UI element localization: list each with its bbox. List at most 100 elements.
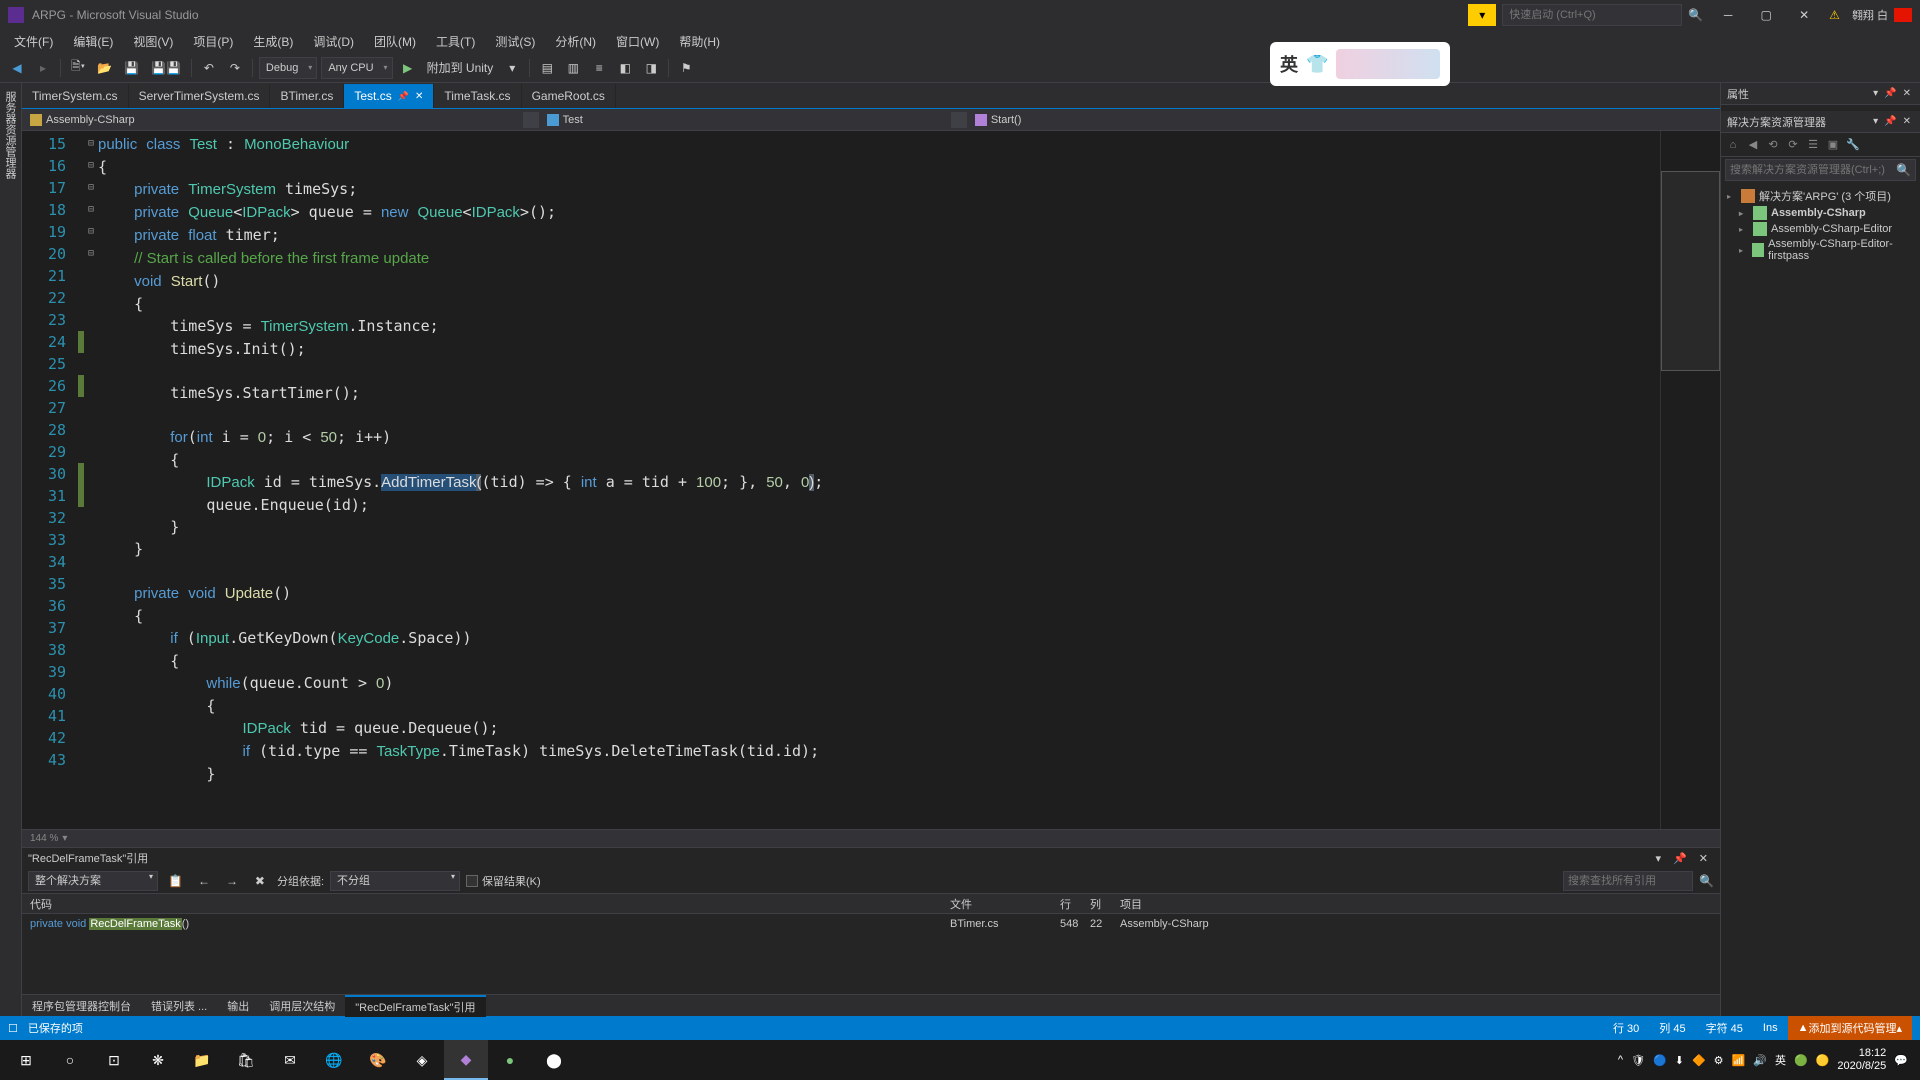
sol-collapse-icon[interactable]: ▣ bbox=[1825, 137, 1841, 153]
quick-launch-input[interactable] bbox=[1502, 4, 1682, 26]
taskview-icon[interactable]: ⊡ bbox=[92, 1040, 136, 1080]
restore-button[interactable]: ▢ bbox=[1747, 0, 1785, 29]
tray-icon-2[interactable]: 🔵 bbox=[1653, 1054, 1667, 1067]
tray-icon-6[interactable]: 📶 bbox=[1732, 1054, 1746, 1067]
sol-dropdown-icon[interactable]: ▾ bbox=[1870, 116, 1881, 127]
project-editor-firstpass[interactable]: ▸Assembly-CSharp-Editor-firstpass bbox=[1721, 237, 1920, 263]
btab-findrefs[interactable]: "RecDelFrameTask"引用 bbox=[345, 995, 485, 1017]
search-icon[interactable]: 🔍 bbox=[1688, 8, 1703, 22]
code-area[interactable]: public class Test : MonoBehaviour { priv… bbox=[98, 131, 1660, 829]
new-item-button[interactable]: 🗎▾ bbox=[67, 57, 89, 79]
platform-dropdown[interactable]: Any CPU bbox=[321, 57, 392, 79]
bc-project[interactable]: Assembly-CSharp bbox=[22, 114, 143, 126]
close-tab-icon[interactable]: ✕ bbox=[415, 91, 423, 102]
sol-sync-icon[interactable]: ⟲ bbox=[1765, 137, 1781, 153]
solution-root[interactable]: ▸解决方案'ARPG' (3 个项目) bbox=[1721, 187, 1920, 205]
find-search-input[interactable] bbox=[1563, 871, 1693, 891]
tray-icon-7[interactable]: 🟢 bbox=[1794, 1054, 1808, 1067]
tab-btimer[interactable]: BTimer.cs bbox=[270, 84, 344, 108]
tab-timetask[interactable]: TimeTask.cs bbox=[434, 84, 521, 108]
menu-tool[interactable]: 工具(T) bbox=[428, 31, 483, 52]
find-copy-icon[interactable]: 📋 bbox=[164, 870, 187, 892]
task-mail[interactable]: ✉ bbox=[268, 1040, 312, 1080]
save-all-button[interactable]: 💾💾 bbox=[147, 57, 185, 79]
config-dropdown[interactable]: Debug bbox=[259, 57, 317, 79]
toolbar-btn-1[interactable]: ▤ bbox=[536, 57, 558, 79]
menu-project[interactable]: 项目(P) bbox=[185, 31, 241, 52]
task-explorer[interactable]: 📁 bbox=[180, 1040, 224, 1080]
status-git[interactable]: ▲ 添加到源代码管理 ▴ bbox=[1788, 1016, 1912, 1040]
user-label[interactable]: 翱翔 白 bbox=[1852, 7, 1888, 23]
menu-test[interactable]: 测试(S) bbox=[487, 31, 543, 52]
task-vs[interactable]: ◆ bbox=[444, 1040, 488, 1080]
btab-output[interactable]: 输出 bbox=[217, 996, 259, 1016]
panel-dropdown-icon[interactable]: ▾ bbox=[1650, 852, 1668, 865]
col-file[interactable]: 文件 bbox=[942, 896, 1052, 912]
menu-build[interactable]: 生成(B) bbox=[245, 31, 301, 52]
tab-servertimersystem[interactable]: ServerTimerSystem.cs bbox=[129, 84, 271, 108]
btab-package[interactable]: 程序包管理器控制台 bbox=[22, 996, 141, 1016]
warning-icon[interactable]: ⚠ bbox=[1829, 8, 1840, 22]
tray-icon-3[interactable]: ⬇ bbox=[1675, 1054, 1684, 1067]
bc-method[interactable]: Start() bbox=[967, 114, 1030, 126]
tray-ime-icon[interactable]: 英 bbox=[1775, 1052, 1786, 1068]
panel-pin-icon[interactable]: 📌 bbox=[1667, 852, 1693, 865]
menu-view[interactable]: 视图(V) bbox=[125, 31, 181, 52]
sol-pin-icon[interactable]: 📌 bbox=[1881, 116, 1899, 127]
menu-debug[interactable]: 调试(D) bbox=[305, 31, 362, 52]
project-editor[interactable]: ▸Assembly-CSharp-Editor bbox=[1721, 221, 1920, 237]
solution-search-input[interactable] bbox=[1726, 164, 1892, 176]
menu-file[interactable]: 文件(F) bbox=[6, 31, 61, 52]
sol-home-icon[interactable]: ⌂ bbox=[1725, 137, 1741, 153]
find-scope-dropdown[interactable]: 整个解决方案 bbox=[28, 871, 158, 891]
sol-back-icon[interactable]: ◀ bbox=[1745, 137, 1761, 153]
col-project[interactable]: 项目 bbox=[1112, 896, 1150, 912]
prop-pin-icon[interactable]: 📌 bbox=[1881, 88, 1899, 99]
bc-class[interactable]: Test bbox=[539, 114, 591, 126]
sol-close-icon[interactable]: ✕ bbox=[1900, 116, 1914, 127]
sol-search-icon[interactable]: 🔍 bbox=[1892, 163, 1915, 177]
start-button[interactable]: ⊞ bbox=[4, 1040, 48, 1080]
tray-icon-8[interactable]: 🟡 bbox=[1816, 1054, 1830, 1067]
tray-icon-4[interactable]: 🔶 bbox=[1692, 1054, 1706, 1067]
find-next-icon[interactable]: → bbox=[221, 870, 243, 892]
tray-up-icon[interactable]: ^ bbox=[1618, 1054, 1623, 1066]
task-browser[interactable]: 🌐 bbox=[312, 1040, 356, 1080]
menu-team[interactable]: 团队(M) bbox=[366, 31, 424, 52]
panel-close-icon[interactable]: ✕ bbox=[1693, 852, 1714, 865]
menu-window[interactable]: 窗口(W) bbox=[608, 31, 667, 52]
find-search-icon[interactable]: 🔍 bbox=[1699, 874, 1714, 888]
system-tray[interactable]: ^ 🛡 🔵 ⬇ 🔶 ⚙ 📶 🔊 英 🟢 🟡 18:12 2020/8/25 💬 bbox=[1618, 1047, 1916, 1073]
btab-callhier[interactable]: 调用层次结构 bbox=[259, 996, 345, 1016]
find-keep-checkbox[interactable]: 保留结果(K) bbox=[466, 873, 541, 889]
notifications-flag-icon[interactable]: ▾ bbox=[1468, 4, 1496, 26]
col-col[interactable]: 列 bbox=[1082, 896, 1112, 912]
find-clear-icon[interactable]: ✖ bbox=[249, 870, 271, 892]
menu-help[interactable]: 帮助(H) bbox=[671, 31, 728, 52]
tab-test[interactable]: Test.cs📌✕ bbox=[344, 84, 434, 108]
sol-showall-icon[interactable]: ☰ bbox=[1805, 137, 1821, 153]
task-app-1[interactable]: ❋ bbox=[136, 1040, 180, 1080]
save-button[interactable]: 💾 bbox=[120, 57, 143, 79]
prop-dropdown-icon[interactable]: ▾ bbox=[1870, 88, 1881, 99]
redo-button[interactable]: ↷ bbox=[224, 57, 246, 79]
cortana-icon[interactable]: ○ bbox=[48, 1040, 92, 1080]
find-group-dropdown[interactable]: 不分组 bbox=[330, 871, 460, 891]
prop-close-icon[interactable]: ✕ bbox=[1900, 88, 1914, 99]
tray-icon-5[interactable]: ⚙ bbox=[1714, 1054, 1724, 1067]
attach-unity-button[interactable]: 附加到 Unity bbox=[423, 57, 498, 79]
tab-timersystem[interactable]: TimerSystem.cs bbox=[22, 84, 129, 108]
open-button[interactable]: 📂 bbox=[93, 57, 116, 79]
pin-icon[interactable]: 📌 bbox=[398, 91, 409, 102]
tray-notifs-icon[interactable]: 💬 bbox=[1894, 1054, 1908, 1067]
minimize-button[interactable]: ─ bbox=[1709, 0, 1747, 29]
nav-back-button[interactable]: ◀ bbox=[6, 57, 28, 79]
zoom-level[interactable]: 144 % bbox=[30, 833, 58, 844]
undo-button[interactable]: ↶ bbox=[198, 57, 220, 79]
task-obs[interactable]: ⬤ bbox=[532, 1040, 576, 1080]
menu-edit[interactable]: 编辑(E) bbox=[65, 31, 121, 52]
tray-icon-1[interactable]: 🛡 bbox=[1631, 1054, 1645, 1067]
task-app-4[interactable]: ● bbox=[488, 1040, 532, 1080]
server-explorer-tab[interactable]: 服务器资源管理器 bbox=[0, 83, 20, 187]
sign-in-badge-icon[interactable] bbox=[1894, 8, 1912, 22]
